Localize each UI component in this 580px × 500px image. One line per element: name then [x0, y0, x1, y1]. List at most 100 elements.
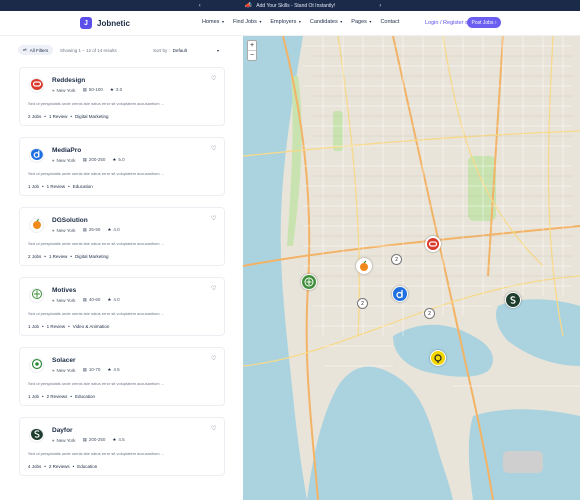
- site-header: J Jobnetic Homes ▾ Find Jobs ▾ Employers…: [0, 11, 580, 36]
- company-name[interactable]: Reddesign: [52, 77, 85, 84]
- heart-icon[interactable]: ♡: [211, 355, 216, 362]
- company-meta: ⌖ New York ▦ 40-60 ★ 4.0: [52, 297, 120, 303]
- next-announcement-button[interactable]: ›: [339, 3, 421, 9]
- company-name[interactable]: MediaPro: [52, 147, 81, 154]
- company-size: 25-50: [88, 227, 101, 232]
- zoom-in-button[interactable]: +: [248, 41, 256, 51]
- prev-announcement-button[interactable]: ‹: [159, 3, 241, 9]
- chevron-down-icon: ▾: [217, 48, 220, 53]
- company-card[interactable]: Dayfor ⌖ New York ▦ 200-250 ★ 4.5 Sed ut perspi…: [19, 417, 225, 476]
- building-icon: ▦: [82, 227, 87, 232]
- nav-item-find-jobs[interactable]: Find Jobs ▾: [233, 19, 261, 25]
- company-footer: 1 Job • 1 Review • Education: [28, 184, 93, 189]
- nav-item-pages[interactable]: Pages ▾: [351, 19, 371, 25]
- company-size: 50-100: [88, 87, 103, 92]
- company-logo: [29, 148, 44, 163]
- company-footer: 2 Jobs • 1 Review • Digital Marketing: [28, 254, 109, 259]
- star-icon: ★: [107, 297, 112, 302]
- company-logo: [29, 358, 44, 373]
- company-category: Education: [77, 464, 98, 469]
- login-register-link[interactable]: Login / Register ⍝: [425, 20, 468, 27]
- mediapro-logo-icon: [396, 290, 403, 299]
- company-reviews[interactable]: 1 Review: [49, 254, 68, 259]
- map-zoom-controls: + −: [247, 40, 257, 61]
- reddesign-logo-icon: [427, 238, 439, 250]
- company-listing-panel: ⇌ All Filters Showing 1 – 12 of 14 resul…: [0, 36, 243, 500]
- company-description: Sed ut perspiciatis unde omnis iste natu…: [28, 171, 165, 176]
- logo-text: Jobnetic: [97, 18, 130, 28]
- company-location: New York: [56, 367, 76, 373]
- heart-icon[interactable]: ♡: [211, 75, 216, 82]
- company-logo: [29, 428, 44, 443]
- company-jobs[interactable]: 1 Job: [28, 324, 39, 329]
- map-marker-reddesign[interactable]: [425, 236, 441, 252]
- company-jobs[interactable]: 2 Jobs: [28, 114, 41, 119]
- nav-item-employers[interactable]: Employers ▾: [270, 19, 301, 25]
- company-jobs[interactable]: 1 Job: [28, 184, 39, 189]
- company-footer: 4 Jobs • 2 Reviews • Education: [28, 464, 98, 469]
- company-name[interactable]: Motives: [52, 287, 76, 294]
- company-rating: 5.0: [118, 157, 125, 162]
- announcement-text: Add Your Skills - Stand Ot Instantly!: [256, 2, 336, 9]
- chevron-down-icon: ▾: [369, 19, 372, 24]
- nav-item-candidates[interactable]: Candidates ▾: [310, 19, 342, 25]
- map-marker-mediapro[interactable]: [392, 286, 408, 302]
- company-jobs[interactable]: 1 Job: [28, 394, 39, 399]
- main-nav: Homes ▾ Find Jobs ▾ Employers ▾ Candidat…: [202, 19, 399, 25]
- star-icon: ★: [107, 367, 112, 372]
- company-reviews[interactable]: 1 Review: [47, 324, 66, 329]
- map-marker-dgsolution[interactable]: [356, 258, 372, 274]
- reddesign-logo-icon: [30, 79, 43, 92]
- map-cluster[interactable]: 2: [391, 254, 402, 265]
- company-card[interactable]: MediaPro ⌖ New York ▦ 200-250 ★ 5.0 Sed ut pers…: [19, 137, 225, 196]
- heart-icon[interactable]: ♡: [211, 215, 216, 222]
- location-pin-icon: ⌖: [52, 157, 55, 163]
- map-cluster[interactable]: 2: [357, 298, 368, 309]
- company-reviews[interactable]: 1 Review: [49, 114, 68, 119]
- nav-item-homes[interactable]: Homes ▾: [202, 19, 224, 25]
- zoom-out-button[interactable]: −: [248, 51, 256, 60]
- company-reviews[interactable]: 2 Reviews: [47, 394, 68, 399]
- announcement-bar: ‹ 📣 Add Your Skills - Stand Ot Instantly…: [0, 0, 580, 11]
- building-icon: ▦: [82, 437, 87, 442]
- company-jobs[interactable]: 2 Jobs: [28, 254, 41, 259]
- chevron-down-icon: ▾: [340, 19, 343, 24]
- all-filters-button[interactable]: ⇌ All Filters: [18, 45, 54, 55]
- map-marker-dayfor[interactable]: [505, 292, 521, 308]
- building-icon: ▦: [82, 367, 87, 372]
- motives-logo-icon: [31, 289, 43, 302]
- map-view[interactable]: + − 2 2 2: [243, 36, 580, 500]
- company-meta: ⌖ New York ▦ 10-70 ★ 4.5: [52, 367, 120, 373]
- company-location: New York: [56, 437, 76, 443]
- dayfor-logo-icon: [510, 296, 516, 304]
- company-category: Education: [72, 184, 93, 189]
- heart-icon[interactable]: ♡: [211, 145, 216, 152]
- company-meta: ⌖ New York ▦ 25-50 ★ 4.0: [52, 227, 120, 233]
- company-card[interactable]: Reddesign ⌖ New York ▦ 50-100 ★ 3.0 Sed ut pers…: [19, 67, 225, 126]
- map-marker-solacer[interactable]: [430, 350, 446, 366]
- company-name[interactable]: Solacer: [52, 357, 76, 364]
- company-meta: ⌖ New York ▦ 200-250 ★ 4.5: [52, 437, 125, 443]
- company-rating: 4.0: [113, 227, 120, 232]
- company-size: 10-70: [88, 367, 101, 372]
- company-reviews[interactable]: 1 Review: [47, 184, 66, 189]
- star-icon: ★: [109, 87, 114, 92]
- post-jobs-button[interactable]: Post Jobs ›: [467, 17, 501, 28]
- company-jobs[interactable]: 4 Jobs: [28, 464, 41, 469]
- company-card[interactable]: Solacer ⌖ New York ▦ 10-70 ★ 4.5 Sed ut perspic…: [19, 347, 225, 406]
- company-name[interactable]: DGSolution: [52, 217, 88, 224]
- star-icon: ★: [107, 227, 112, 232]
- heart-icon[interactable]: ♡: [211, 285, 216, 292]
- map-marker-motives[interactable]: [301, 274, 317, 290]
- sort-select[interactable]: Sort by : Default ▾: [153, 48, 219, 53]
- company-name[interactable]: Dayfor: [52, 427, 73, 434]
- company-logo: [29, 288, 44, 303]
- company-reviews[interactable]: 2 Reviews: [49, 464, 70, 469]
- company-logo: [29, 218, 44, 233]
- map-cluster[interactable]: 2: [424, 308, 435, 319]
- nav-item-contact[interactable]: Contact: [380, 19, 399, 25]
- heart-icon[interactable]: ♡: [211, 425, 216, 432]
- company-card[interactable]: Motives ⌖ New York ▦ 40-60 ★ 4.0 Sed ut perspic…: [19, 277, 225, 336]
- company-card[interactable]: DGSolution ⌖ New York ▦ 25-50 ★ 4.0 Sed ut pers…: [19, 207, 225, 266]
- site-logo[interactable]: J Jobnetic: [80, 17, 130, 29]
